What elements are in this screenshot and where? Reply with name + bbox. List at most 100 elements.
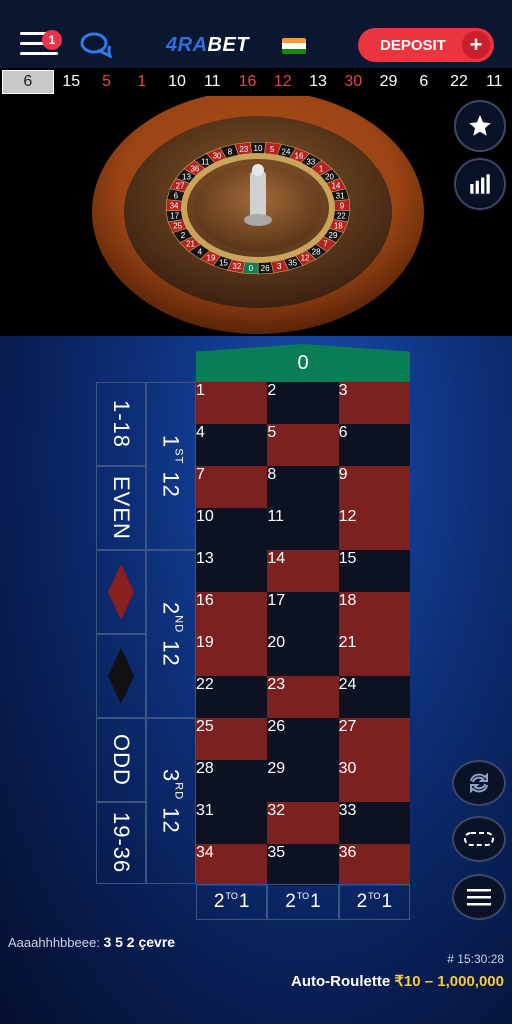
number-30-bet[interactable]: 30: [338, 760, 410, 802]
number-14-bet[interactable]: 14: [267, 550, 339, 592]
history-result: 22: [450, 73, 468, 90]
number-31-bet[interactable]: 31: [196, 802, 268, 844]
racetrack-icon: [464, 832, 494, 846]
repeat-icon: [470, 772, 488, 794]
high-label: 19-36: [109, 812, 134, 874]
low-label: 1-18: [109, 399, 134, 449]
wheel-pocket-label: 30: [213, 152, 222, 161]
repeat-bet-button[interactable]: [452, 760, 506, 806]
black-bet[interactable]: [96, 634, 146, 718]
stats-icon: [470, 174, 490, 194]
number-25-bet[interactable]: 25: [196, 718, 268, 760]
number-12-bet[interactable]: 12: [338, 508, 410, 550]
racetrack-button[interactable]: [452, 816, 506, 862]
number-1-bet[interactable]: 1: [196, 382, 268, 424]
wheel-pocket-label: 27: [176, 182, 185, 191]
wheel-pocket-label: 22: [337, 212, 346, 221]
history-result: 11: [203, 73, 221, 90]
number-28-bet[interactable]: 28: [196, 760, 268, 802]
dozen-2-bet[interactable]: 2ND 12: [146, 550, 196, 718]
favorites-button[interactable]: [454, 100, 506, 152]
number-29-bet[interactable]: 29: [267, 760, 339, 802]
wheel-pocket-label: 18: [334, 222, 343, 231]
wheel-pocket-label: 25: [173, 222, 182, 231]
column-1-bet[interactable]: 2 TO 1: [196, 884, 268, 920]
wheel-pocket-label: 8: [228, 147, 233, 156]
number-36-bet[interactable]: 36: [338, 844, 410, 886]
chat-username: Aaaahhhbbeee:: [8, 935, 100, 950]
history-result: 5: [102, 73, 111, 90]
number-32-bet[interactable]: 32: [267, 802, 339, 844]
red-diamond-icon: [108, 564, 134, 620]
wheel-pocket-label: 36: [190, 164, 199, 173]
column-2-bet[interactable]: 2 TO 1: [267, 884, 339, 920]
history-result: 30: [344, 73, 363, 90]
number-4-bet[interactable]: 4: [196, 424, 268, 466]
even-bet[interactable]: EVEN: [96, 466, 146, 550]
number-17-bet[interactable]: 17: [267, 592, 339, 634]
wheel-pocket-label: 21: [186, 240, 195, 249]
high-19-36-bet[interactable]: 19-36: [96, 802, 146, 884]
number-34-bet[interactable]: 34: [196, 844, 268, 886]
number-11-bet[interactable]: 11: [267, 508, 339, 550]
history-result: 1: [137, 73, 147, 90]
wheel-pocket-label: 34: [170, 201, 179, 210]
statistics-button[interactable]: [454, 158, 506, 210]
history-result: 6: [419, 73, 429, 90]
history-result: 13: [309, 73, 327, 90]
game-round-id: # 15:30:28: [447, 952, 504, 966]
number-16-bet[interactable]: 16: [196, 592, 268, 634]
wheel-pocket-label: 31: [336, 191, 345, 200]
number-19-bet[interactable]: 19: [196, 634, 268, 676]
number-9-bet[interactable]: 9: [338, 466, 410, 508]
menu-button[interactable]: [452, 874, 506, 920]
brand-logo[interactable]: 4RABET: [166, 34, 249, 57]
hamburger-icon: [467, 889, 491, 906]
deposit-button[interactable]: DEPOSIT +: [358, 28, 494, 62]
history-result: 11: [485, 73, 503, 90]
wheel-pocket-label: 35: [288, 259, 297, 268]
number-6-bet[interactable]: 6: [338, 424, 410, 466]
number-15-bet[interactable]: 15: [338, 550, 410, 592]
history-result: 29: [379, 73, 398, 90]
chat-icon[interactable]: [80, 32, 114, 59]
wheel-pocket-label: 6: [174, 191, 179, 200]
star-icon: [469, 115, 491, 136]
dozen-1-bet[interactable]: 1ST 12: [146, 382, 196, 550]
number-18-bet[interactable]: 18: [338, 592, 410, 634]
number-3-bet[interactable]: 3: [338, 382, 410, 424]
number-10-bet[interactable]: 10: [196, 508, 268, 550]
odd-bet[interactable]: ODD: [96, 718, 146, 802]
number-33-bet[interactable]: 33: [338, 802, 410, 844]
number-24-bet[interactable]: 24: [338, 676, 410, 718]
number-35-bet[interactable]: 35: [267, 844, 339, 886]
wheel-pocket-label: 2: [181, 231, 186, 240]
red-bet[interactable]: [96, 550, 146, 634]
wheel-pocket-label: 9: [340, 201, 345, 210]
zero-bet[interactable]: 0: [196, 344, 410, 382]
wheel-pocket-label: 11: [201, 157, 210, 166]
game-name: Auto-Roulette: [291, 973, 391, 990]
history-result: 6: [2, 70, 54, 94]
number-22-bet[interactable]: 22: [196, 676, 268, 718]
number-26-bet[interactable]: 26: [267, 718, 339, 760]
wheel-pocket-label: 33: [306, 157, 315, 166]
number-2-bet[interactable]: 2: [267, 382, 339, 424]
low-1-18-bet[interactable]: 1-18: [96, 382, 146, 466]
number-7-bet[interactable]: 7: [196, 466, 268, 508]
roulette-wheel: 10 5 24 16331201431922182972812353260321519…: [92, 90, 424, 334]
number-23-bet[interactable]: 23: [267, 676, 339, 718]
dozen-3-bet[interactable]: 3RD 12: [146, 718, 196, 884]
wheel-pocket-label: 5: [270, 145, 275, 154]
number-8-bet[interactable]: 8: [267, 466, 339, 508]
history-result: 15: [62, 73, 81, 90]
wheel-pocket-label: 19: [207, 254, 216, 263]
column-3-bet[interactable]: 2 TO 1: [338, 884, 410, 920]
chat-message: Aaaahhhbbeee: 3 5 2 çevre: [8, 934, 175, 950]
number-13-bet[interactable]: 13: [196, 550, 268, 592]
number-5-bet[interactable]: 5: [267, 424, 339, 466]
number-20-bet[interactable]: 20: [267, 634, 339, 676]
number-27-bet[interactable]: 27: [338, 718, 410, 760]
number-21-bet[interactable]: 21: [338, 634, 410, 676]
plus-icon: +: [462, 31, 490, 59]
